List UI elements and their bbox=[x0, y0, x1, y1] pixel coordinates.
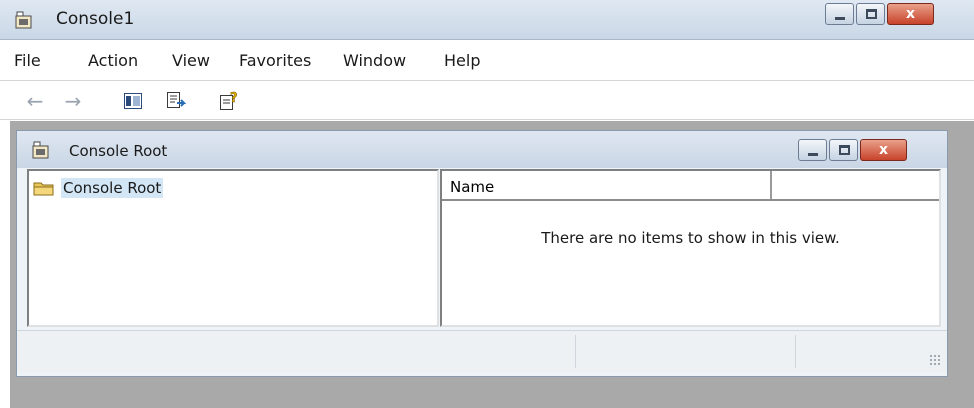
maximize-icon bbox=[866, 9, 877, 19]
status-bar-divider bbox=[795, 335, 796, 368]
menu-bar: File Action View Favorites Window Help bbox=[0, 41, 974, 81]
tree-item-console-root[interactable]: Console Root bbox=[33, 176, 164, 200]
console-root-window: Console Root x Console Root Name There a… bbox=[16, 130, 948, 377]
menu-window[interactable]: Window bbox=[343, 51, 406, 70]
window-controls: x bbox=[823, 3, 934, 25]
help-icon: ? bbox=[220, 91, 238, 110]
maximize-icon bbox=[839, 145, 850, 155]
help-button[interactable]: ? bbox=[216, 88, 242, 114]
maximize-button[interactable] bbox=[856, 3, 885, 25]
child-title-bar[interactable]: Console Root x bbox=[17, 131, 947, 168]
back-button[interactable]: ← bbox=[22, 88, 48, 114]
child-window-title: Console Root bbox=[69, 142, 168, 160]
tree-item-label: Console Root bbox=[61, 178, 164, 198]
minimize-icon bbox=[808, 153, 818, 156]
menu-favorites[interactable]: Favorites bbox=[239, 51, 311, 70]
title-bar[interactable]: Console1 x bbox=[0, 0, 974, 40]
forward-button[interactable]: → bbox=[60, 88, 86, 114]
minimize-icon bbox=[835, 17, 845, 20]
menu-action[interactable]: Action bbox=[88, 51, 138, 70]
status-bar bbox=[17, 330, 947, 372]
result-list-pane[interactable]: Name There are no items to show in this … bbox=[440, 169, 941, 327]
list-column-header: Name bbox=[442, 171, 939, 201]
export-list-button[interactable] bbox=[163, 88, 189, 114]
menu-view[interactable]: View bbox=[172, 51, 210, 70]
back-arrow-icon: ← bbox=[26, 89, 44, 113]
export-list-icon bbox=[167, 92, 186, 108]
window-title: Console1 bbox=[56, 9, 135, 29]
toolbar: ← → ? bbox=[0, 82, 974, 120]
column-divider[interactable] bbox=[770, 171, 772, 199]
console-icon bbox=[32, 141, 49, 159]
close-icon: x bbox=[878, 142, 889, 158]
forward-arrow-icon: → bbox=[64, 89, 82, 113]
child-close-button[interactable]: x bbox=[860, 139, 907, 161]
resize-grip-icon[interactable] bbox=[929, 354, 941, 366]
show-hide-console-tree-button[interactable] bbox=[120, 88, 146, 114]
close-button[interactable]: x bbox=[887, 3, 934, 25]
menu-help[interactable]: Help bbox=[444, 51, 480, 70]
menu-file[interactable]: File bbox=[14, 51, 41, 70]
column-header-name[interactable]: Name bbox=[450, 178, 494, 196]
console-tree-pane[interactable]: Console Root bbox=[27, 169, 439, 327]
status-bar-divider bbox=[575, 335, 576, 368]
close-icon: x bbox=[905, 6, 916, 22]
child-minimize-button[interactable] bbox=[798, 139, 827, 161]
minimize-button[interactable] bbox=[825, 3, 854, 25]
mmc-application: Console1 x File Action View Favorites Wi… bbox=[0, 0, 974, 408]
empty-list-message: There are no items to show in this view. bbox=[541, 229, 840, 247]
console-icon bbox=[15, 11, 32, 29]
show-hide-console-tree-icon bbox=[124, 93, 142, 109]
child-window-controls: x bbox=[796, 139, 907, 161]
folder-icon bbox=[33, 182, 54, 196]
child-maximize-button[interactable] bbox=[829, 139, 858, 161]
svg-text:?: ? bbox=[230, 91, 238, 106]
